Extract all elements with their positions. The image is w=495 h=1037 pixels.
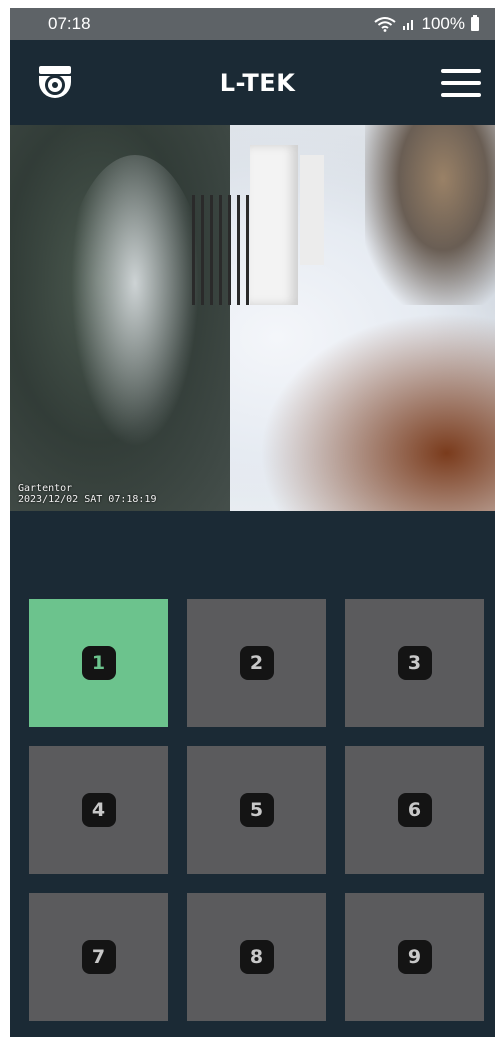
camera-tile-6[interactable]: 6 (345, 746, 484, 874)
camera-tile-8[interactable]: 8 (187, 893, 326, 1021)
camera-number-badge: 6 (397, 793, 432, 827)
camera-tile-1[interactable]: 1 (29, 599, 168, 727)
camera-number-badge: 5 (239, 793, 274, 827)
camera-image-pillar-secondary (300, 155, 324, 265)
camera-image-gate (192, 195, 254, 305)
camera-number-badge: 7 (81, 940, 116, 974)
camera-image-pillar (250, 145, 298, 305)
battery-icon (471, 15, 479, 31)
camera-image-snow (60, 155, 210, 475)
camera-osd: Gartentor 2023/12/02 SAT 07:18:19 (18, 483, 156, 505)
camera-tile-7[interactable]: 7 (29, 893, 168, 1021)
camera-tile-5[interactable]: 5 (187, 746, 326, 874)
camera-timestamp: 2023/12/02 SAT 07:18:19 (18, 494, 157, 505)
camera-tile-3[interactable]: 3 (345, 599, 484, 727)
brand-logo: L-TEK (219, 68, 296, 97)
camera-number-badge: 1 (81, 646, 116, 680)
camera-tile-2[interactable]: 2 (187, 599, 326, 727)
status-time: 07:18 (48, 14, 91, 33)
camera-name: Gartentor (18, 483, 73, 494)
camera-live-view[interactable]: Gartentor 2023/12/02 SAT 07:18:19 (10, 125, 495, 511)
camera-dome-icon[interactable] (36, 64, 74, 102)
camera-tile-9[interactable]: 9 (345, 893, 484, 1021)
camera-grid: 1 2 3 4 5 6 7 8 9 (29, 599, 484, 1021)
app-header: L-TEK (10, 40, 495, 125)
camera-number-badge: 9 (397, 940, 432, 974)
camera-number-badge: 3 (397, 646, 432, 680)
battery-level: 100% (421, 14, 465, 33)
signal-icon (402, 20, 413, 30)
camera-number-badge: 8 (239, 940, 274, 974)
camera-number-badge: 4 (81, 793, 116, 827)
wifi-icon (373, 17, 396, 32)
app-screen: 07:18 100% L-TEK Gartentor 2023/12/02 SA… (10, 8, 495, 1037)
status-icons: 100% (373, 14, 479, 34)
camera-number-badge: 2 (239, 646, 274, 680)
camera-tile-4[interactable]: 4 (29, 746, 168, 874)
hamburger-menu-icon[interactable] (441, 68, 481, 97)
status-bar: 07:18 100% (10, 8, 495, 40)
camera-image-background-trees (365, 125, 495, 305)
